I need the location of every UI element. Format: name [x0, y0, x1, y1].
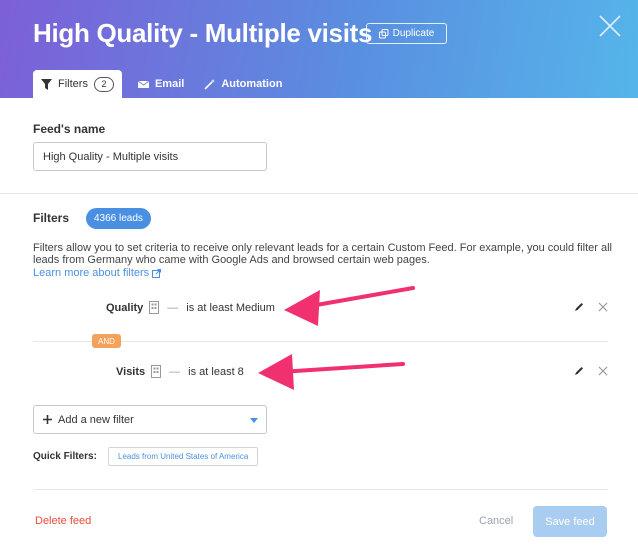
filters-title: Filters	[33, 211, 70, 225]
footer-divider	[33, 489, 608, 490]
learn-more-label: Learn more about filters	[33, 267, 150, 279]
modal-header: High Quality - Multiple visits Duplicate…	[0, 0, 638, 98]
save-feed-button[interactable]: Save feed	[533, 506, 607, 537]
filter-row-visits: Visits — is at least 8	[116, 365, 244, 378]
building-icon	[151, 365, 162, 378]
leads-count-badge: 4366 leads	[86, 208, 151, 229]
tab-bar: Filters 2 Email Automation	[33, 70, 292, 98]
duplicate-label: Duplicate	[392, 28, 435, 39]
filter-row-quality: Quality — is at least Medium	[106, 301, 275, 314]
copy-icon	[378, 28, 389, 38]
add-filter-select[interactable]: Add a new filter	[33, 405, 267, 434]
annotation-arrow-visits	[258, 354, 405, 390]
tab-filters-label: Filters	[58, 78, 88, 90]
filter-row-actions	[574, 302, 608, 312]
tab-filters[interactable]: Filters 2	[33, 70, 122, 98]
external-link-icon	[152, 268, 162, 278]
close-icon[interactable]	[598, 14, 622, 38]
quick-filters-label: Quick Filters:	[33, 451, 97, 462]
filters-description: Filters allow you to set criteria to rec…	[33, 242, 612, 266]
filter-condition: is at least Medium	[186, 301, 275, 314]
filter-name: Visits	[116, 365, 146, 378]
feed-name-input[interactable]: High Quality - Multiple visits	[33, 142, 267, 171]
cancel-button[interactable]: Cancel	[479, 515, 513, 527]
tab-filters-count: 2	[93, 76, 114, 92]
learn-more-link[interactable]: Learn more about filters	[33, 267, 162, 279]
tab-automation-label: Automation	[221, 78, 283, 90]
filter-row-actions	[574, 366, 608, 376]
filter-dash: —	[169, 365, 181, 378]
filter-condition: is at least 8	[188, 365, 244, 378]
magic-wand-icon	[204, 78, 216, 90]
remove-icon[interactable]	[598, 366, 608, 376]
quick-filter-chip[interactable]: Leads from United States of America	[108, 447, 259, 466]
email-icon	[137, 80, 149, 88]
filter-name: Quality	[106, 301, 144, 314]
feed-name-label: Feed's name	[33, 122, 106, 136]
delete-feed-button[interactable]: Delete feed	[35, 515, 91, 527]
and-badge: AND	[92, 334, 121, 348]
remove-icon[interactable]	[598, 302, 608, 312]
building-icon	[149, 301, 160, 314]
chevron-down-icon	[250, 418, 258, 423]
modal-title: High Quality - Multiple visits	[33, 18, 373, 48]
tab-automation[interactable]: Automation	[194, 70, 292, 98]
tab-email[interactable]: Email	[128, 70, 194, 98]
section-divider	[0, 193, 638, 194]
filter-icon	[41, 78, 52, 90]
annotation-arrow-quality	[284, 286, 415, 326]
pencil-icon[interactable]	[574, 302, 584, 312]
tab-email-label: Email	[154, 78, 185, 90]
filter-dash: —	[167, 301, 179, 314]
add-filter-label: Add a new filter	[58, 413, 134, 426]
plus-icon	[43, 415, 52, 424]
duplicate-button[interactable]: Duplicate	[366, 23, 447, 44]
pencil-icon[interactable]	[574, 366, 584, 376]
